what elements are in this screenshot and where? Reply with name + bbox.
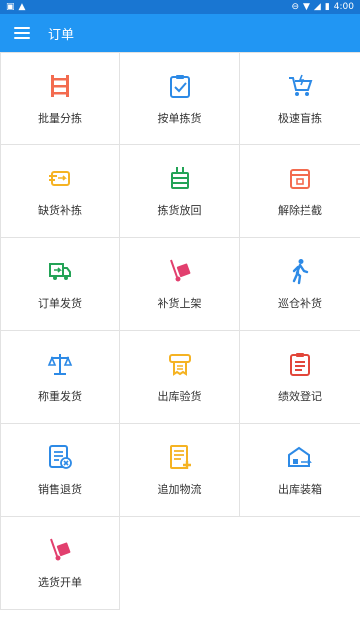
tile-pick-by-order[interactable]: 按单拣货 xyxy=(120,52,240,145)
shelf-icon xyxy=(51,74,69,97)
box-swap-icon xyxy=(49,171,70,186)
tile-patrol-restock[interactable]: 巡仓补货 xyxy=(240,238,360,331)
tile-label: 批量分拣 xyxy=(38,111,82,125)
document-add-icon xyxy=(169,445,191,469)
tile-label: 按单拣货 xyxy=(157,111,202,125)
tile-label: 出库验货 xyxy=(157,390,202,403)
tile-label: 拣货放回 xyxy=(157,204,202,217)
unlock-box-icon xyxy=(290,169,310,189)
status-time: 4:00 xyxy=(333,2,354,12)
hand-truck-icon xyxy=(169,259,190,282)
tile-release-intercept[interactable]: 解除拦截 xyxy=(240,145,360,238)
tile-pick-return[interactable]: 拣货放回 xyxy=(120,145,240,238)
tile-select-create-order[interactable]: 选货开单 xyxy=(0,517,120,610)
function-grid: 批量分拣 按单拣货 极速盲拣 缺货补拣 拣货放回 解除拦截 订单发货 补货上架 … xyxy=(0,52,360,610)
tile-label: 销售退货 xyxy=(38,483,82,496)
tile-order-ship[interactable]: 订单发货 xyxy=(0,238,120,331)
notification-a-icon: ▲ xyxy=(18,1,26,12)
dnd-icon: ⊖ xyxy=(291,1,299,12)
tile-label: 解除拦截 xyxy=(278,204,322,217)
tile-label: 极速盲拣 xyxy=(278,111,322,125)
tile-label: 绩效登记 xyxy=(278,390,322,403)
page-title: 订单 xyxy=(48,27,75,43)
warehouse-ship-icon xyxy=(288,446,312,467)
tile-performance-record[interactable]: 绩效登记 xyxy=(240,331,360,424)
menu-icon[interactable] xyxy=(14,27,30,39)
tile-label: 缺货补拣 xyxy=(38,204,82,217)
status-bar: ▣ ▲ ⊖ ▼ ◢ ▮ 4:00 xyxy=(0,0,360,14)
tile-add-logistics[interactable]: 追加物流 xyxy=(120,424,240,517)
tile-label: 称重发货 xyxy=(38,390,82,403)
fast-cart-icon xyxy=(289,74,313,96)
return-box-icon xyxy=(170,167,189,189)
tile-label: 追加物流 xyxy=(157,483,202,496)
notification-icon: ▣ xyxy=(6,1,15,12)
tile-label: 出库装箱 xyxy=(278,483,322,496)
clipboard-list-icon xyxy=(290,353,310,376)
tile-sales-return[interactable]: 销售退货 xyxy=(0,424,120,517)
app-bar: 订单 xyxy=(0,14,360,52)
tile-outbound-inspect[interactable]: 出库验货 xyxy=(120,331,240,424)
hand-truck-icon xyxy=(50,538,71,561)
battery-icon: ▮ xyxy=(324,1,330,12)
walking-person-icon xyxy=(292,259,309,285)
tile-fast-blind-pick[interactable]: 极速盲拣 xyxy=(240,52,360,145)
scale-icon xyxy=(47,354,73,375)
wifi-icon: ▼ xyxy=(302,1,310,12)
tile-label: 选货开单 xyxy=(38,576,82,589)
tile-shortage-repick[interactable]: 缺货补拣 xyxy=(0,145,120,238)
document-cancel-icon xyxy=(49,445,72,469)
tile-label: 补货上架 xyxy=(157,297,202,310)
tile-label: 巡仓补货 xyxy=(278,297,322,310)
tile-restock-shelf[interactable]: 补货上架 xyxy=(120,238,240,331)
tile-batch-sort[interactable]: 批量分拣 xyxy=(0,52,120,145)
receipt-printer-icon xyxy=(168,354,191,376)
tile-label: 订单发货 xyxy=(38,297,82,310)
clipboard-check-icon xyxy=(169,74,190,98)
tile-outbound-packing[interactable]: 出库装箱 xyxy=(240,424,360,517)
signal-icon: ◢ xyxy=(313,1,321,12)
tile-weigh-ship[interactable]: 称重发货 xyxy=(0,331,120,424)
delivery-truck-icon xyxy=(49,263,71,280)
